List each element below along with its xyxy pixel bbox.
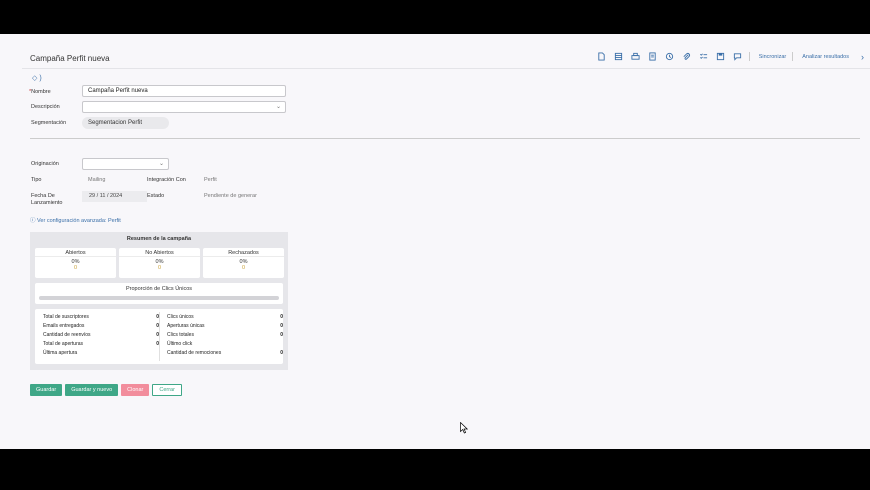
kpi-count: 0	[73, 265, 78, 271]
estado-label: Estado	[147, 193, 165, 199]
stat-row: Total de suscriptores 0	[43, 314, 159, 323]
chevron-down-icon: ⌄	[158, 161, 164, 167]
info-circle-icon: ⓘ	[30, 218, 38, 224]
nombre-label: *Nombre	[29, 89, 51, 95]
analyze-results-button[interactable]: Analizar resultados	[802, 54, 849, 60]
toolbar: Sincronizar Analizar resultados ›	[596, 51, 864, 62]
stat-label: Total de aperturas	[43, 341, 84, 347]
mouse-cursor-icon	[460, 422, 468, 434]
advanced-config-link[interactable]: ⓘ Ver configuración avanzada: Perfit	[30, 216, 121, 224]
stat-label: Clics únicos	[167, 314, 194, 320]
stat-value: 0	[280, 350, 283, 356]
stat-row: Último click	[167, 341, 283, 350]
fecha-label-line2: Lanzamiento	[31, 200, 63, 206]
unique-clicks-ratio-card: Proporción de Clics Únicos	[35, 283, 283, 304]
summary-title: Resumen de la campaña	[126, 236, 192, 242]
chevron-down-icon: ⌄	[275, 104, 281, 110]
stat-row: Aperturas únicas 0	[167, 323, 283, 332]
tipo-label: Tipo	[31, 177, 42, 183]
stat-value: 0	[280, 332, 283, 338]
section-divider	[30, 138, 860, 139]
stat-label: Aperturas únicas	[167, 323, 205, 329]
app-window: Campaña Perfit nueva Sincronizar Analiza…	[0, 34, 870, 449]
fecha-label: Fecha De Lanzamiento	[31, 193, 63, 207]
stat-value: 0	[280, 323, 283, 329]
advanced-config-text: Ver configuración avanzada: Perfit	[37, 218, 121, 224]
stat-label: Clics totales	[167, 332, 194, 338]
fecha-label-line1: Fecha De	[31, 193, 55, 199]
kpi-rechazados: Rechazados 0% 0	[203, 248, 284, 278]
stat-row: Emails entregados 0	[43, 323, 159, 332]
header-divider	[22, 68, 870, 69]
close-button[interactable]: Cerrar	[152, 384, 182, 396]
integracion-label: Integración Con	[147, 177, 186, 183]
form-actions: Guardar Guardar y nuevo Clonar Cerrar	[30, 384, 182, 396]
stats-right-column: Clics únicos 0 Aperturas únicas 0 Clics to…	[167, 314, 283, 359]
toolbar-separator	[748, 52, 750, 61]
integracion-value: Perfit	[204, 177, 217, 183]
save-button[interactable]: Guardar	[30, 384, 63, 396]
spreadsheet-icon[interactable]	[613, 51, 624, 62]
attachment-icon[interactable]	[681, 51, 692, 62]
chevron-right-icon[interactable]: ›	[861, 52, 864, 62]
stat-label: Total de suscriptores	[43, 314, 89, 320]
ratio-progress-bar	[39, 296, 279, 300]
stat-row: Clics totales 0	[167, 332, 283, 341]
stats-card: Total de suscriptores 0 Emails entregados…	[35, 309, 283, 364]
nombre-label-text: Nombre	[31, 89, 51, 95]
kpi-label: No Abiertos	[119, 248, 200, 257]
clone-button[interactable]: Clonar	[121, 384, 150, 396]
ratio-title: Proporción de Clics Únicos	[125, 286, 193, 292]
descripcion-label: Descripción	[31, 104, 60, 110]
stat-label: Última apertura	[43, 350, 78, 356]
toolbar-separator	[792, 52, 794, 61]
stat-row: Última apertura	[43, 350, 159, 359]
fecha-lanzamiento-field[interactable]: 29 / 11 / 2024	[82, 191, 147, 202]
stat-label: Último click	[167, 341, 193, 347]
originacion-label: Originación	[31, 161, 59, 167]
sync-button[interactable]: Sincronizar	[759, 54, 787, 60]
comment-icon[interactable]	[732, 51, 743, 62]
checklist-icon[interactable]	[698, 51, 709, 62]
save-and-new-button[interactable]: Guardar y nuevo	[65, 384, 119, 396]
report-icon[interactable]	[647, 51, 658, 62]
kpi-label: Rechazados	[203, 248, 284, 257]
stats-left-column: Total de suscriptores 0 Emails entregados…	[43, 314, 159, 359]
kpi-label: Abiertos	[35, 248, 116, 257]
save-icon[interactable]	[715, 51, 726, 62]
descripcion-select[interactable]: ⌄	[82, 101, 286, 113]
stat-label: Emails entregados	[43, 323, 85, 329]
kpi-count: 0	[157, 265, 162, 271]
tipo-value: Mailing	[88, 177, 106, 183]
history-icon[interactable]	[664, 51, 675, 62]
estado-value: Pendiente de generar	[204, 193, 257, 199]
segmentacion-label: Segmentación	[31, 120, 67, 126]
tag-icon[interactable]: ◇ )	[32, 74, 42, 82]
stat-value: 0	[280, 314, 283, 320]
stat-row: Clics únicos 0	[167, 314, 283, 323]
kpi-count: 0	[241, 265, 246, 271]
nombre-input[interactable]: Campaña Perfit nueva	[82, 85, 286, 97]
print-icon[interactable]	[630, 51, 641, 62]
kpi-no-abiertos: No Abiertos 0% 0	[119, 248, 200, 278]
stats-divider	[159, 312, 160, 361]
new-document-icon[interactable]	[596, 51, 607, 62]
stat-label: Cantidad de remociones	[167, 350, 222, 356]
originacion-select[interactable]: ⌄	[82, 158, 169, 170]
stat-row: Cantidad de remociones 0	[167, 350, 283, 359]
stat-row: Cantidad de reenvíos 0	[43, 332, 159, 341]
page-title: Campaña Perfit nueva	[30, 54, 110, 63]
segmentacion-chip[interactable]: Segmentacion Perfit	[82, 117, 169, 129]
kpi-abiertos: Abiertos 0% 0	[35, 248, 116, 278]
stat-label: Cantidad de reenvíos	[43, 332, 91, 338]
stat-row: Total de aperturas 0	[43, 341, 159, 350]
campaign-summary-panel: Resumen de la campaña Abiertos 0% 0 No A…	[30, 232, 288, 370]
